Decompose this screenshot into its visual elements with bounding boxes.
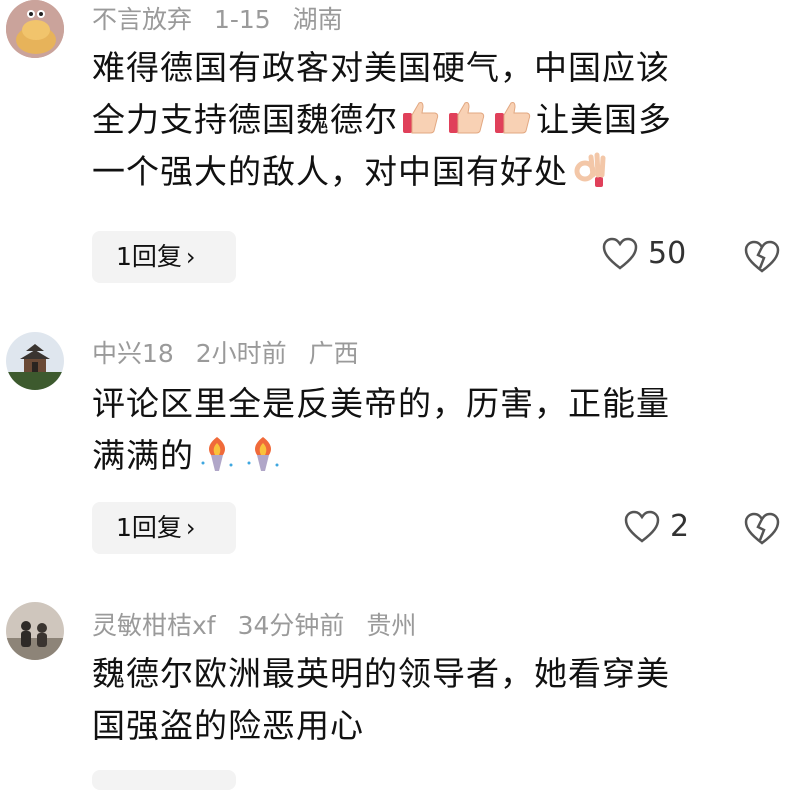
- comment-location: 湖南: [292, 5, 343, 34]
- comment-time: 2小时前: [195, 339, 287, 368]
- comment-line: 魏德尔欧洲最英明的领导者，她看穿美: [92, 654, 670, 693]
- like-group: 50: [602, 236, 686, 271]
- comment-meta: 中兴18 2小时前 广西: [92, 334, 373, 370]
- comment-text: 魏德尔欧洲最英明的领导者，她看穿美 国强盗的险恶用心: [92, 648, 782, 752]
- comment-text: 评论区里全是反美帝的，历害，正能量 满满的: [92, 378, 782, 482]
- user-avatar[interactable]: [6, 0, 64, 58]
- couple-avatar-icon: [6, 602, 64, 660]
- comment-meta: 不言放弃 1-15 湖南: [92, 0, 357, 36]
- pagoda-avatar-icon: [6, 332, 64, 390]
- broken-heart-icon[interactable]: [744, 240, 780, 274]
- thumbs-up-icon: [495, 102, 531, 134]
- torch-icon: [247, 437, 279, 471]
- heart-outline-icon[interactable]: [624, 510, 660, 544]
- food-avatar-icon: [6, 0, 64, 58]
- comment-time: 34分钟前: [237, 611, 345, 640]
- chevron-right-icon: ›: [185, 243, 196, 271]
- comment-time: 1-15: [213, 5, 271, 34]
- comment-meta: 灵敏柑桔xf 34分钟前 贵州: [92, 606, 430, 642]
- comment-location: 广西: [308, 339, 359, 368]
- comment-line: 难得德国有政客对美国硬气，中国应该: [92, 48, 670, 87]
- comment-text: 难得德国有政客对美国硬气，中国应该 全力支持德国魏德尔 让美国多 一个强大的敌人，…: [92, 42, 782, 198]
- ok-hand-icon: [574, 152, 606, 187]
- comment-line: 全力支持德国魏德尔 让美国多: [92, 94, 782, 146]
- user-avatar[interactable]: [6, 332, 64, 390]
- like-count: 2: [670, 509, 690, 544]
- broken-heart-icon[interactable]: [744, 512, 780, 546]
- heart-outline-icon[interactable]: [602, 237, 638, 271]
- comment-line: 评论区里全是反美帝的，历害，正能量: [92, 384, 670, 423]
- like-group: 2: [624, 509, 689, 544]
- comment-line: 满满的: [92, 430, 782, 482]
- thumbs-up-icon: [449, 102, 485, 134]
- like-count: 50: [648, 236, 687, 271]
- comment-line: 国强盗的险恶用心: [92, 706, 364, 745]
- reply-button[interactable]: 1回复 ›: [92, 231, 236, 283]
- username[interactable]: 中兴18: [92, 339, 174, 368]
- user-avatar[interactable]: [6, 602, 64, 660]
- reply-button[interactable]: [92, 770, 236, 790]
- username[interactable]: 灵敏柑桔xf: [92, 611, 216, 640]
- torch-icon: [201, 437, 233, 471]
- comment-line: 一个强大的敌人，对中国有好处: [92, 146, 782, 198]
- username[interactable]: 不言放弃: [92, 5, 192, 34]
- reply-button[interactable]: 1回复 ›: [92, 502, 236, 554]
- thumbs-up-icon: [403, 102, 439, 134]
- chevron-right-icon: ›: [185, 514, 196, 542]
- comment-location: 贵州: [366, 611, 417, 640]
